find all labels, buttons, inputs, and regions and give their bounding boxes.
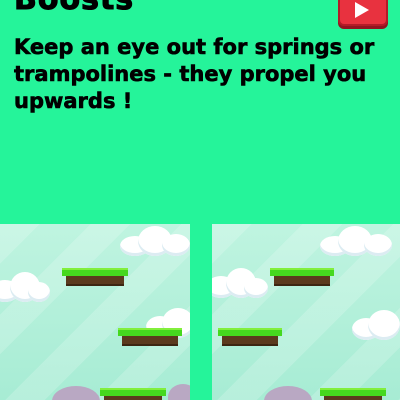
game-preview-left: [0, 224, 190, 400]
rock: [168, 384, 190, 400]
play-triangle-icon: [355, 2, 369, 18]
page-title: Boosts: [13, 0, 134, 18]
platform: [118, 328, 182, 346]
cloud: [0, 272, 50, 302]
platform: [218, 328, 282, 346]
platform: [320, 388, 386, 400]
cloud: [212, 268, 268, 298]
game-preview-right: [212, 224, 400, 400]
rock: [264, 386, 312, 400]
cloud: [352, 310, 400, 340]
cloud: [320, 226, 392, 256]
platform: [100, 388, 166, 400]
tip-text: Keep an eye out for springs or trampolin…: [14, 35, 375, 114]
rock: [52, 386, 100, 400]
platform: [270, 268, 334, 286]
next-button[interactable]: [338, 0, 388, 26]
platform: [62, 268, 128, 286]
cloud: [120, 226, 190, 256]
